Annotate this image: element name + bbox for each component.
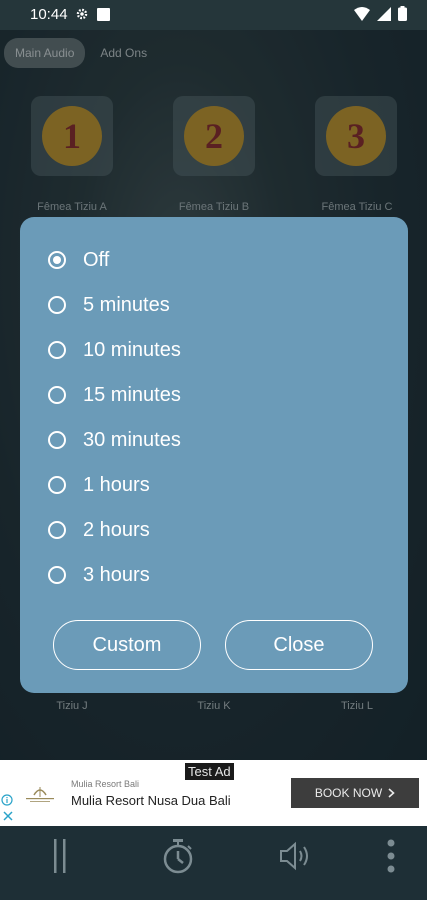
status-time: 10:44 bbox=[30, 6, 68, 23]
status-bar: 10:44 bbox=[0, 0, 427, 30]
sleep-timer-dialog: Off 5 minutes 10 minutes 15 minutes 30 m… bbox=[20, 217, 408, 693]
timer-option-1-hours[interactable]: 1 hours bbox=[48, 470, 150, 500]
radio-button[interactable] bbox=[48, 386, 66, 404]
status-right-icons bbox=[354, 6, 407, 21]
timer-option-3-hours[interactable]: 3 hours bbox=[48, 560, 150, 590]
ad-advertiser: Mulia Resort Bali bbox=[71, 779, 140, 789]
radio-button[interactable] bbox=[48, 566, 66, 584]
pause-button[interactable] bbox=[40, 836, 80, 876]
test-ad-tag: Test Ad bbox=[185, 763, 234, 780]
option-label: 15 minutes bbox=[83, 383, 181, 406]
battery-icon bbox=[398, 6, 407, 21]
book-now-button[interactable]: BOOK NOW bbox=[291, 778, 419, 808]
ad-choices-info-icon[interactable] bbox=[1, 794, 13, 806]
chevron-right-icon bbox=[388, 788, 395, 798]
option-label: 3 hours bbox=[83, 563, 150, 586]
timer-option-30-minutes[interactable]: 30 minutes bbox=[48, 425, 181, 455]
radio-button[interactable] bbox=[48, 341, 66, 359]
player-controls bbox=[0, 826, 427, 900]
timer-icon bbox=[163, 839, 193, 874]
option-label: 10 minutes bbox=[83, 338, 181, 361]
signal-icon bbox=[377, 6, 391, 21]
settings-gear-icon bbox=[76, 8, 88, 20]
status-left-icons bbox=[75, 7, 110, 21]
volume-icon bbox=[280, 841, 308, 871]
option-label: 30 minutes bbox=[83, 428, 181, 451]
timer-option-5-minutes[interactable]: 5 minutes bbox=[48, 290, 170, 320]
timer-option-10-minutes[interactable]: 10 minutes bbox=[48, 335, 181, 365]
timer-option-15-minutes[interactable]: 15 minutes bbox=[48, 380, 181, 410]
more-options-button[interactable] bbox=[371, 836, 411, 876]
advertiser-logo-icon bbox=[26, 787, 54, 802]
custom-button[interactable]: Custom bbox=[53, 620, 201, 670]
sleep-timer-button[interactable] bbox=[158, 836, 198, 876]
notification-square-icon bbox=[97, 7, 110, 21]
option-label: 5 minutes bbox=[83, 293, 170, 316]
radio-button[interactable] bbox=[48, 476, 66, 494]
radio-button[interactable] bbox=[48, 251, 66, 269]
ad-close-icon[interactable] bbox=[2, 810, 14, 822]
wifi-icon bbox=[354, 6, 370, 21]
radio-button[interactable] bbox=[48, 296, 66, 314]
option-label: Off bbox=[83, 248, 110, 271]
pause-icon bbox=[54, 839, 66, 873]
timer-option-2-hours[interactable]: 2 hours bbox=[48, 515, 150, 545]
close-button[interactable]: Close bbox=[225, 620, 373, 670]
option-label: 2 hours bbox=[83, 518, 150, 541]
volume-button[interactable] bbox=[276, 836, 316, 876]
more-vert-icon bbox=[387, 839, 395, 873]
radio-button[interactable] bbox=[48, 521, 66, 539]
ad-headline[interactable]: Mulia Resort Nusa Dua Bali bbox=[71, 793, 231, 808]
app-screen: 10:44 Main Audio Add Ons 1 2 3 Fêmea Tiz… bbox=[0, 0, 427, 900]
radio-button[interactable] bbox=[48, 431, 66, 449]
timer-option-off[interactable]: Off bbox=[48, 245, 109, 275]
option-label: 1 hours bbox=[83, 473, 150, 496]
book-now-label: BOOK NOW bbox=[314, 786, 383, 800]
